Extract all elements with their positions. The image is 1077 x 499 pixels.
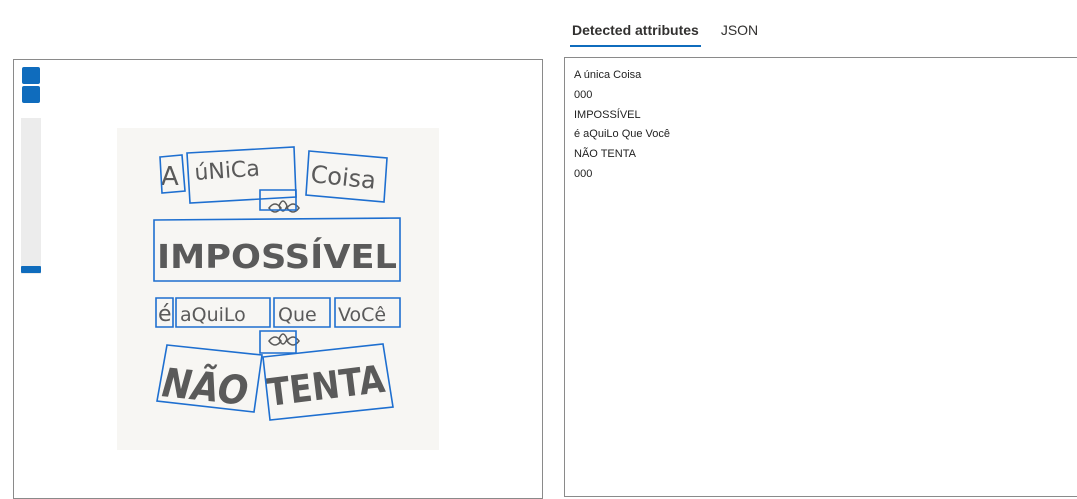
detected-line: é aQuiLo Que Você (574, 128, 671, 141)
word-unica: úNiCa (194, 156, 261, 185)
image-text: A úNiCa Coisa IMPOSSÍVEL é aQuiLo Que Vo… (157, 156, 397, 414)
detected-line: NÃO TENTA (574, 148, 636, 161)
bbox-ornament-bottom (259, 330, 297, 354)
zoom-out-icon[interactable] (22, 86, 40, 103)
word-que: Que (278, 304, 317, 326)
image-preview-panel: A úNiCa Coisa IMPOSSÍVEL é aQuiLo Que Vo… (13, 59, 543, 499)
detected-line: A única Coisa (574, 69, 642, 81)
word-a: A (161, 162, 179, 192)
word-coisa: Coisa (309, 160, 377, 195)
zoom-in-icon[interactable] (22, 67, 40, 84)
word-tenta: TENTA (265, 357, 388, 415)
image-canvas: A úNiCa Coisa IMPOSSÍVEL é aQuiLo Que Vo… (153, 146, 401, 421)
detected-line: 000 (574, 88, 593, 101)
bbox-ornament-top (259, 189, 297, 211)
analyzed-image: A úNiCa Coisa IMPOSSÍVEL é aQuiLo Que Vo… (117, 128, 439, 450)
word-impossivel: IMPOSSÍVEL (157, 236, 397, 276)
word-aquilo: aQuiLo (180, 304, 246, 326)
detected-attributes-panel: A única Coisa 000 IMPOSSÍVEL é aQuiLo Qu… (564, 57, 1077, 497)
word-voce: VoCê (338, 304, 386, 326)
detected-line: 000 (574, 167, 593, 180)
zoom-slider-thumb[interactable] (21, 266, 41, 273)
result-tabs: Detected attributes JSON (570, 0, 758, 48)
word-e: é (158, 302, 172, 327)
zoom-slider[interactable] (21, 118, 41, 274)
detected-line: IMPOSSÍVEL (574, 108, 641, 121)
tab-json[interactable]: JSON (721, 0, 758, 46)
leaf-ornament-bottom (268, 333, 300, 346)
tab-detected-attributes[interactable]: Detected attributes (570, 0, 701, 47)
